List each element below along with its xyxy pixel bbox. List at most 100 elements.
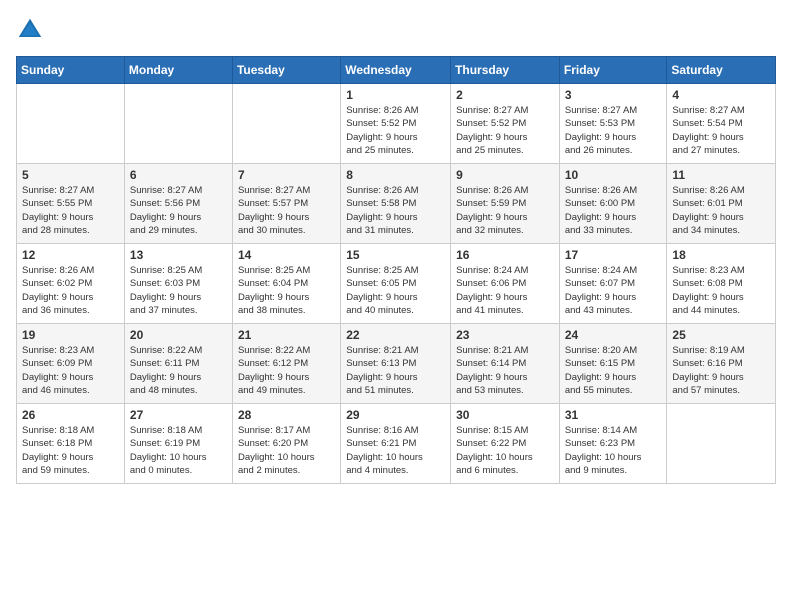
day-number: 17 xyxy=(565,248,662,262)
day-info: Sunrise: 8:26 AM Sunset: 6:00 PM Dayligh… xyxy=(565,184,662,237)
logo-icon xyxy=(16,16,44,44)
day-number: 4 xyxy=(672,88,770,102)
day-cell: 19 Sunrise: 8:23 AM Sunset: 6:09 PM Dayli… xyxy=(17,324,125,404)
day-info: Sunrise: 8:27 AM Sunset: 5:53 PM Dayligh… xyxy=(565,104,662,157)
day-info: Sunrise: 8:21 AM Sunset: 6:14 PM Dayligh… xyxy=(456,344,554,397)
day-number: 18 xyxy=(672,248,770,262)
day-cell: 20Sunrise: 8:22 AM Sunset: 6:11 PM Dayli… xyxy=(124,324,232,404)
day-cell: 7Sunrise: 8:27 AM Sunset: 5:57 PM Daylig… xyxy=(232,164,340,244)
day-number: 19 xyxy=(22,328,119,342)
day-number: 12 xyxy=(22,248,119,262)
day-cell xyxy=(232,84,340,164)
day-info: Sunrise: 8:25 AM Sunset: 6:03 PM Dayligh… xyxy=(130,264,227,317)
day-cell: 24Sunrise: 8:20 AM Sunset: 6:15 PM Dayli… xyxy=(559,324,667,404)
day-info: Sunrise: 8:21 AM Sunset: 6:13 PM Dayligh… xyxy=(346,344,445,397)
day-info: Sunrise: 8:24 AM Sunset: 6:07 PM Dayligh… xyxy=(565,264,662,317)
day-cell: 15Sunrise: 8:25 AM Sunset: 6:05 PM Dayli… xyxy=(341,244,451,324)
col-header-thursday: Thursday xyxy=(451,57,560,84)
day-number: 13 xyxy=(130,248,227,262)
day-info: Sunrise: 8:26 AM Sunset: 5:59 PM Dayligh… xyxy=(456,184,554,237)
day-number: 2 xyxy=(456,88,554,102)
day-info: Sunrise: 8:22 AM Sunset: 6:11 PM Dayligh… xyxy=(130,344,227,397)
day-cell: 13 Sunrise: 8:25 AM Sunset: 6:03 PM Dayli… xyxy=(124,244,232,324)
day-cell: 31Sunrise: 8:14 AM Sunset: 6:23 PM Dayli… xyxy=(559,404,667,484)
day-info: Sunrise: 8:18 AM Sunset: 6:19 PM Dayligh… xyxy=(130,424,227,477)
col-header-friday: Friday xyxy=(559,57,667,84)
day-info: Sunrise: 8:26 AM Sunset: 6:02 PM Dayligh… xyxy=(22,264,119,317)
col-header-saturday: Saturday xyxy=(667,57,776,84)
day-info: Sunrise: 8:22 AM Sunset: 6:12 PM Dayligh… xyxy=(238,344,335,397)
calendar: SundayMondayTuesdayWednesdayThursdayFrid… xyxy=(16,56,776,484)
logo xyxy=(16,16,48,44)
day-info: Sunrise: 8:27 AM Sunset: 5:54 PM Dayligh… xyxy=(672,104,770,157)
day-info: Sunrise: 8:16 AM Sunset: 6:21 PM Dayligh… xyxy=(346,424,445,477)
day-cell: 26Sunrise: 8:18 AM Sunset: 6:18 PM Dayli… xyxy=(17,404,125,484)
col-header-monday: Monday xyxy=(124,57,232,84)
day-cell xyxy=(124,84,232,164)
day-number: 21 xyxy=(238,328,335,342)
day-cell: 3 Sunrise: 8:27 AM Sunset: 5:53 PM Daylig… xyxy=(559,84,667,164)
week-row-5: 26Sunrise: 8:18 AM Sunset: 6:18 PM Dayli… xyxy=(17,404,776,484)
day-info: Sunrise: 8:23 AM Sunset: 6:08 PM Dayligh… xyxy=(672,264,770,317)
day-number: 31 xyxy=(565,408,662,422)
day-cell: 16Sunrise: 8:24 AM Sunset: 6:06 PM Dayli… xyxy=(451,244,560,324)
day-cell: 12 Sunrise: 8:26 AM Sunset: 6:02 PM Dayli… xyxy=(17,244,125,324)
day-info: Sunrise: 8:26 AM Sunset: 6:01 PM Dayligh… xyxy=(672,184,770,237)
day-info: Sunrise: 8:17 AM Sunset: 6:20 PM Dayligh… xyxy=(238,424,335,477)
day-info: Sunrise: 8:15 AM Sunset: 6:22 PM Dayligh… xyxy=(456,424,554,477)
day-cell: 2 Sunrise: 8:27 AM Sunset: 5:52 PM Daylig… xyxy=(451,84,560,164)
day-info: Sunrise: 8:23 AM Sunset: 6:09 PM Dayligh… xyxy=(22,344,119,397)
day-cell: 8 Sunrise: 8:26 AM Sunset: 5:58 PM Daylig… xyxy=(341,164,451,244)
day-number: 27 xyxy=(130,408,227,422)
day-cell: 27 Sunrise: 8:18 AM Sunset: 6:19 PM Dayli… xyxy=(124,404,232,484)
day-cell xyxy=(667,404,776,484)
day-info: Sunrise: 8:27 AM Sunset: 5:56 PM Dayligh… xyxy=(130,184,227,237)
day-cell: 6 Sunrise: 8:27 AM Sunset: 5:56 PM Daylig… xyxy=(124,164,232,244)
col-header-sunday: Sunday xyxy=(17,57,125,84)
day-cell: 28 Sunrise: 8:17 AM Sunset: 6:20 PM Dayli… xyxy=(232,404,340,484)
day-info: Sunrise: 8:26 AM Sunset: 5:58 PM Dayligh… xyxy=(346,184,445,237)
day-number: 11 xyxy=(672,168,770,182)
day-info: Sunrise: 8:27 AM Sunset: 5:55 PM Dayligh… xyxy=(22,184,119,237)
week-row-2: 5 Sunrise: 8:27 AM Sunset: 5:55 PM Daylig… xyxy=(17,164,776,244)
day-cell xyxy=(17,84,125,164)
day-cell: 22 Sunrise: 8:21 AM Sunset: 6:13 PM Dayli… xyxy=(341,324,451,404)
day-cell: 14 Sunrise: 8:25 AM Sunset: 6:04 PM Dayli… xyxy=(232,244,340,324)
week-row-4: 19 Sunrise: 8:23 AM Sunset: 6:09 PM Dayli… xyxy=(17,324,776,404)
day-number: 5 xyxy=(22,168,119,182)
day-number: 10 xyxy=(565,168,662,182)
day-cell: 5 Sunrise: 8:27 AM Sunset: 5:55 PM Daylig… xyxy=(17,164,125,244)
week-row-1: 1 Sunrise: 8:26 AM Sunset: 5:52 PM Daylig… xyxy=(17,84,776,164)
day-number: 29 xyxy=(346,408,445,422)
day-info: Sunrise: 8:27 AM Sunset: 5:52 PM Dayligh… xyxy=(456,104,554,157)
day-cell: 4 Sunrise: 8:27 AM Sunset: 5:54 PM Daylig… xyxy=(667,84,776,164)
day-cell: 23 Sunrise: 8:21 AM Sunset: 6:14 PM Dayli… xyxy=(451,324,560,404)
day-number: 26 xyxy=(22,408,119,422)
day-number: 8 xyxy=(346,168,445,182)
day-info: Sunrise: 8:25 AM Sunset: 6:04 PM Dayligh… xyxy=(238,264,335,317)
day-cell: 29 Sunrise: 8:16 AM Sunset: 6:21 PM Dayli… xyxy=(341,404,451,484)
col-header-tuesday: Tuesday xyxy=(232,57,340,84)
day-number: 3 xyxy=(565,88,662,102)
week-row-3: 12 Sunrise: 8:26 AM Sunset: 6:02 PM Dayli… xyxy=(17,244,776,324)
day-cell: 25Sunrise: 8:19 AM Sunset: 6:16 PM Dayli… xyxy=(667,324,776,404)
day-info: Sunrise: 8:26 AM Sunset: 5:52 PM Dayligh… xyxy=(346,104,445,157)
day-info: Sunrise: 8:24 AM Sunset: 6:06 PM Dayligh… xyxy=(456,264,554,317)
day-cell: 17 Sunrise: 8:24 AM Sunset: 6:07 PM Dayli… xyxy=(559,244,667,324)
day-info: Sunrise: 8:20 AM Sunset: 6:15 PM Dayligh… xyxy=(565,344,662,397)
calendar-header-row: SundayMondayTuesdayWednesdayThursdayFrid… xyxy=(17,57,776,84)
day-number: 22 xyxy=(346,328,445,342)
day-number: 1 xyxy=(346,88,445,102)
day-number: 6 xyxy=(130,168,227,182)
col-header-wednesday: Wednesday xyxy=(341,57,451,84)
day-number: 9 xyxy=(456,168,554,182)
day-info: Sunrise: 8:27 AM Sunset: 5:57 PM Dayligh… xyxy=(238,184,335,237)
day-cell: 11 Sunrise: 8:26 AM Sunset: 6:01 PM Dayli… xyxy=(667,164,776,244)
day-number: 28 xyxy=(238,408,335,422)
day-cell: 1 Sunrise: 8:26 AM Sunset: 5:52 PM Daylig… xyxy=(341,84,451,164)
header xyxy=(16,16,776,44)
day-cell: 18 Sunrise: 8:23 AM Sunset: 6:08 PM Dayli… xyxy=(667,244,776,324)
day-number: 23 xyxy=(456,328,554,342)
day-info: Sunrise: 8:25 AM Sunset: 6:05 PM Dayligh… xyxy=(346,264,445,317)
day-number: 14 xyxy=(238,248,335,262)
